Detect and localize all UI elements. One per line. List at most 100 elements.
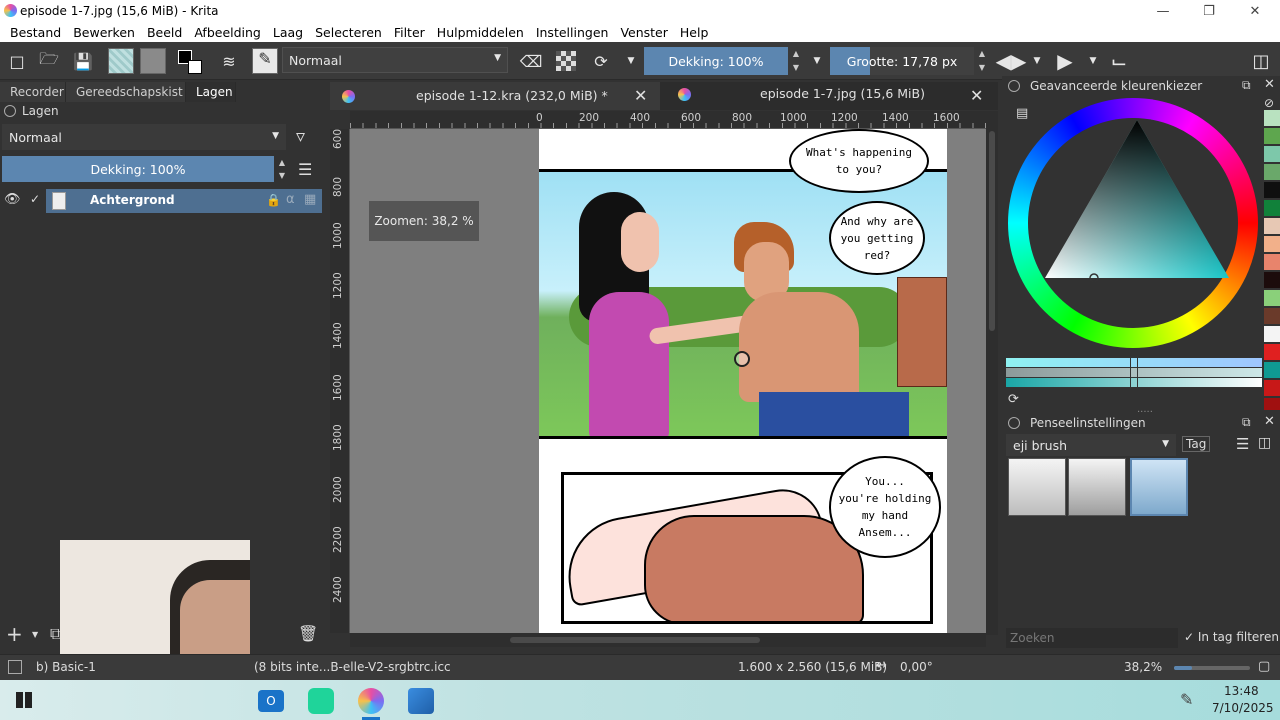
eraser-icon[interactable]: ⌫ — [520, 50, 543, 72]
menu-bestand[interactable]: Bestand — [10, 25, 61, 40]
alpha-lock-icon[interactable] — [556, 51, 576, 71]
layer-row-achtergrond[interactable]: Achtergrond 🔒 α ▦ — [46, 189, 322, 213]
krita-taskbar-icon[interactable] — [358, 688, 384, 714]
fit-canvas-icon[interactable]: ▢ — [1258, 659, 1270, 674]
size-slider[interactable]: Grootte: 17,78 px — [830, 47, 974, 75]
outlook-icon[interactable]: O — [258, 690, 284, 712]
filter-icon[interactable]: ▿ — [296, 126, 305, 147]
palette-swatch[interactable] — [1264, 362, 1280, 378]
brush-import-icon[interactable]: ◫ — [1258, 435, 1271, 451]
opacity-spin-icon[interactable]: ▲ ▼ — [790, 47, 802, 75]
menu-laag[interactable]: Laag — [273, 25, 303, 40]
saturation-triangle[interactable] — [1042, 118, 1232, 283]
palette-swatch[interactable] — [1264, 380, 1280, 396]
mirror-horizontal-icon[interactable]: ◀▶ — [996, 49, 1027, 73]
palette-swatch[interactable] — [1264, 344, 1280, 360]
menu-hulpmiddelen[interactable]: Hulpmiddelen — [437, 25, 524, 40]
color-settings-icon[interactable]: ▤ — [1016, 106, 1028, 121]
restore-button[interactable]: ❐ — [1186, 0, 1232, 22]
brush-preset-thumb-selected[interactable] — [1130, 458, 1188, 516]
menu-venster[interactable]: Venster — [620, 25, 667, 40]
brush-preset-thumb[interactable] — [1068, 458, 1126, 516]
chevron-down-icon[interactable]: ▼ — [32, 630, 38, 639]
lock-docker-icon[interactable] — [1008, 417, 1020, 429]
tab-recorder[interactable]: Recorder — [0, 82, 66, 102]
canvas[interactable]: What's happening to you? And why are you… — [350, 129, 986, 633]
vertical-scrollbar[interactable] — [986, 111, 998, 635]
background-color-swatch[interactable] — [188, 60, 202, 74]
tab-lagen[interactable]: Lagen — [186, 82, 236, 102]
opacity-slider[interactable]: Dekking: 100% — [644, 47, 788, 75]
palette-swatch[interactable] — [1264, 272, 1280, 288]
scrollbar-thumb[interactable] — [989, 131, 995, 331]
layer-blend-mode-select[interactable]: Normaal ▼ — [2, 124, 286, 150]
chevron-down-icon[interactable]: ▼ — [1026, 50, 1048, 72]
menu-bewerken[interactable]: Bewerken — [73, 25, 135, 40]
pen-icon[interactable]: ✎ — [1180, 690, 1193, 709]
tab-document-jpg[interactable]: episode 1-7.jpg (15,6 MiB) ✕ — [666, 82, 996, 110]
lock-docker-icon[interactable] — [4, 105, 16, 117]
tab-gereedschapskist[interactable]: Gereedschapskist — [66, 82, 186, 102]
add-layer-icon[interactable]: + — [6, 622, 23, 646]
brush-editor-icon[interactable]: ≋ — [218, 50, 240, 72]
lock-docker-icon[interactable] — [1008, 80, 1020, 92]
palette-swatch[interactable] — [1264, 200, 1280, 216]
photos-icon[interactable] — [408, 688, 434, 714]
palette-swatch[interactable] — [1264, 398, 1280, 410]
palette-swatch[interactable] — [1264, 254, 1280, 270]
brush-menu-icon[interactable]: ☰ — [1236, 435, 1249, 453]
workspace-icon[interactable]: ◫ — [1250, 50, 1272, 72]
chevron-down-icon[interactable]: ▼ — [806, 50, 828, 72]
visibility-eye-icon[interactable]: 👁 — [4, 192, 21, 208]
tag-button[interactable]: Tag — [1182, 436, 1211, 452]
docker-splitter[interactable]: ..... — [1137, 404, 1153, 415]
palette-swatch[interactable] — [1264, 236, 1280, 252]
brush-search-input[interactable]: Zoeken — [1006, 628, 1178, 648]
palette-swatch[interactable] — [1264, 218, 1280, 234]
palette-swatch[interactable] — [1264, 128, 1280, 144]
close-docker-icon[interactable]: ✕ — [1264, 77, 1275, 92]
chevron-down-icon[interactable]: ▼ — [1082, 50, 1104, 72]
menu-selecteren[interactable]: Selecteren — [315, 25, 382, 40]
menu-help[interactable]: Help — [680, 25, 709, 40]
float-docker-icon[interactable]: ⧉ — [1242, 415, 1251, 430]
brush-preset-icon[interactable]: ✎ — [252, 48, 278, 74]
rotate-icon[interactable]: ↔ — [876, 658, 887, 673]
layer-opacity-spin-icon[interactable]: ▲ ▼ — [276, 156, 288, 182]
close-window-button[interactable]: ✕ — [1232, 0, 1278, 22]
app-icon[interactable] — [308, 688, 334, 714]
menu-instellingen[interactable]: Instellingen — [536, 25, 609, 40]
refresh-color-icon[interactable]: ⟳ — [1008, 392, 1019, 407]
float-docker-icon[interactable]: ⧉ — [1242, 78, 1251, 93]
zoom-slider[interactable] — [1174, 666, 1250, 670]
blend-mode-select[interactable]: Normaal ▼ — [282, 47, 508, 73]
palette-swatch[interactable] — [1264, 308, 1280, 324]
color-slider-handle[interactable] — [1130, 356, 1138, 389]
brush-tag-select[interactable]: eji brush ▼ — [1006, 434, 1176, 456]
palette-swatch[interactable] — [1264, 182, 1280, 198]
layer-checkbox-icon[interactable]: ✓ — [30, 192, 40, 206]
palette-swatch[interactable] — [1264, 146, 1280, 162]
tab-document-kra[interactable]: episode 1-12.kra (232,0 MiB) * ✕ — [330, 82, 660, 110]
tag-filter-checkbox[interactable]: ✓ In tag filteren — [1184, 630, 1279, 644]
layer-lock-icon[interactable]: 🔒 — [266, 193, 281, 207]
delete-layer-icon[interactable]: 🗑 — [298, 624, 318, 643]
mirror-vertical-icon[interactable]: ▶ — [1054, 49, 1076, 73]
chevron-down-icon[interactable]: ▼ — [620, 50, 642, 72]
scrollbar-thumb[interactable] — [510, 637, 760, 643]
reload-preset-icon[interactable]: ⟳ — [590, 50, 612, 72]
close-tab-icon[interactable]: ✕ — [634, 86, 647, 105]
open-file-icon[interactable]: 🗁 — [38, 49, 60, 72]
palette-swatch[interactable] — [1264, 290, 1280, 306]
size-spin-icon[interactable]: ▲ ▼ — [976, 47, 988, 75]
save-icon[interactable]: 💾 — [72, 50, 94, 72]
new-document-icon[interactable]: □ — [6, 50, 28, 72]
gradient-preset-icon[interactable] — [108, 48, 134, 74]
menu-beeld[interactable]: Beeld — [147, 25, 182, 40]
minimize-button[interactable]: — — [1140, 0, 1186, 22]
horizontal-scrollbar[interactable] — [350, 633, 986, 647]
layer-properties-icon[interactable]: ▦ — [304, 192, 316, 207]
alpha-inherit-icon[interactable]: α — [286, 192, 295, 207]
pattern-preset-icon[interactable] — [140, 48, 166, 74]
palette-swatch[interactable] — [1264, 164, 1280, 180]
